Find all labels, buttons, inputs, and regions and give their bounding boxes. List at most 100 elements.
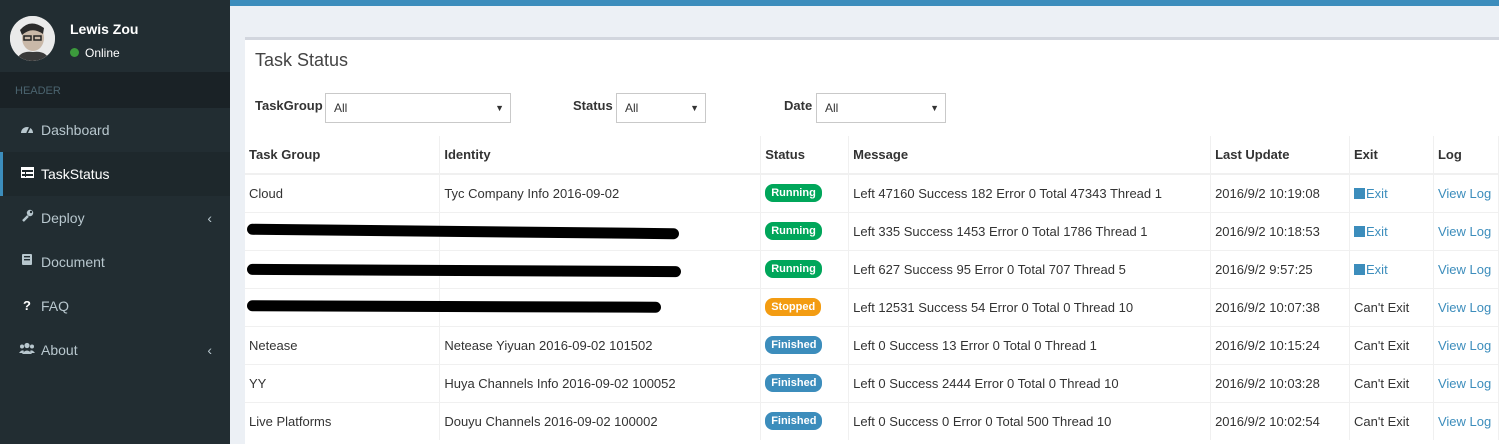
- status-badge: Finished: [765, 336, 823, 354]
- chevron-left-icon: ‹: [207, 342, 212, 358]
- cell-status: Running: [760, 211, 850, 250]
- cell-identity: Douyu Channels 2016-09-02 100002: [439, 401, 762, 440]
- cell-message: Left 627 Success 95 Error 0 Total 707 Th…: [848, 249, 1212, 288]
- cell-exit: Can't Exit: [1349, 287, 1434, 326]
- user-panel: Lewis Zou Online: [0, 0, 230, 72]
- cell-log: View Log: [1433, 173, 1499, 212]
- task-table: Task Group Identity Status Message Last …: [245, 136, 1499, 440]
- sidebar-item-label: FAQ: [41, 298, 70, 314]
- sidebar-item-label: Dashboard: [41, 122, 110, 138]
- task-status-box: Task Status TaskGroup All ▼ Status All ▼…: [245, 37, 1499, 444]
- taskgroup-filter-label: TaskGroup: [255, 98, 323, 113]
- cell-message: Left 335 Success 1453 Error 0 Total 1786…: [848, 211, 1212, 250]
- sidebar-item-faq[interactable]: ? FAQ: [0, 284, 230, 328]
- date-select[interactable]: All ▼: [816, 93, 946, 123]
- exit-link[interactable]: Exit: [1354, 186, 1388, 201]
- table-header-row: Task Group Identity Status Message Last …: [245, 136, 1499, 175]
- exit-link[interactable]: Exit: [1354, 224, 1388, 239]
- view-log-link[interactable]: View Log: [1438, 224, 1491, 239]
- question-icon: ?: [23, 298, 31, 313]
- cell-status: Running: [760, 249, 850, 288]
- status-filter-label: Status: [573, 98, 613, 113]
- dashboard-icon: [19, 108, 35, 152]
- cell-log: View Log: [1433, 249, 1499, 288]
- sidebar-item-taskstatus[interactable]: TaskStatus: [0, 152, 230, 196]
- user-name: Lewis Zou: [70, 21, 139, 37]
- status-badge: Running: [765, 222, 822, 240]
- cell-last-update: 2016/9/2 10:03:28: [1210, 363, 1351, 402]
- taskgroup-select-value: All: [334, 101, 348, 115]
- cell-message: Left 12531 Success 54 Error 0 Total 0 Th…: [848, 287, 1212, 326]
- view-log-link[interactable]: View Log: [1438, 262, 1491, 277]
- cell-log: View Log: [1433, 401, 1499, 440]
- view-log-link[interactable]: View Log: [1438, 300, 1491, 315]
- cell-status: Stopped: [760, 287, 850, 326]
- cell-message: Left 0 Success 2444 Error 0 Total 0 Thre…: [848, 363, 1212, 402]
- view-log-link[interactable]: View Log: [1438, 414, 1491, 429]
- chevron-left-icon: ‹: [207, 210, 212, 226]
- cell-last-update: 2016/9/2 10:18:53: [1210, 211, 1351, 250]
- sidebar-item-label: TaskStatus: [41, 166, 110, 182]
- column-header-message[interactable]: Message: [848, 136, 1212, 175]
- cell-exit: Can't Exit: [1349, 363, 1434, 402]
- cell-identity: Huya Channels Info 2016-09-02 100052: [439, 363, 762, 402]
- sidebar-header: HEADER: [0, 72, 230, 108]
- sidebar-item-about[interactable]: About ‹: [0, 328, 230, 372]
- column-header-last-update[interactable]: Last Update: [1210, 136, 1351, 175]
- cell-exit: Can't Exit: [1349, 401, 1434, 440]
- cell-task-group: YY: [245, 363, 441, 402]
- caret-down-icon: ▼: [495, 103, 504, 113]
- sidebar-item-label: Document: [41, 254, 105, 270]
- exit-link[interactable]: Exit: [1354, 262, 1388, 277]
- sidebar-item-dashboard[interactable]: Dashboard: [0, 108, 230, 152]
- table-icon: [19, 152, 35, 196]
- sidebar-item-deploy[interactable]: Deploy ‹: [0, 196, 230, 240]
- avatar: [10, 16, 55, 61]
- date-filter-label: Date: [784, 98, 813, 113]
- cell-log: View Log: [1433, 287, 1499, 326]
- sidebar-item-label: About: [41, 342, 78, 358]
- taskgroup-select[interactable]: All ▼: [325, 93, 511, 123]
- exit-link-label: Exit: [1366, 261, 1388, 277]
- wrench-icon: [19, 196, 35, 240]
- status-badge: Running: [765, 184, 822, 203]
- cell-task-group: Cloud: [245, 173, 441, 212]
- column-header-task-group[interactable]: Task Group: [245, 136, 441, 175]
- user-status: Online: [70, 46, 120, 60]
- table-row: Netease Netease Yiyuan 2016-09-02 101502…: [245, 325, 1499, 364]
- top-accent-bar: [230, 0, 1499, 6]
- cell-status: Finished: [760, 325, 850, 364]
- sidebar-item-document[interactable]: Document: [0, 240, 230, 284]
- column-header-exit[interactable]: Exit: [1349, 136, 1434, 175]
- cell-message: Left 0 Success 0 Error 0 Total 500 Threa…: [848, 401, 1212, 440]
- status-badge: Finished: [765, 412, 823, 431]
- column-header-status[interactable]: Status: [760, 136, 850, 175]
- cell-last-update: 2016/9/2 10:02:54: [1210, 401, 1351, 440]
- cell-task-group: Netease: [245, 325, 441, 364]
- redaction-mark: [246, 263, 682, 278]
- cell-last-update: 2016/9/2 10:15:24: [1210, 325, 1351, 364]
- status-badge: Stopped: [765, 298, 822, 316]
- exit-link-label: Exit: [1366, 223, 1388, 239]
- cell-log: View Log: [1433, 325, 1499, 364]
- book-icon: [19, 240, 35, 284]
- status-select[interactable]: All ▼: [616, 93, 706, 123]
- cell-last-update: 2016/9/2 9:57:25: [1210, 249, 1351, 288]
- online-status-icon: [70, 48, 79, 57]
- status-badge: Finished: [765, 374, 823, 392]
- cell-last-update: 2016/9/2 10:07:38: [1210, 287, 1351, 326]
- caret-down-icon: ▼: [930, 103, 939, 113]
- cell-log: View Log: [1433, 363, 1499, 402]
- sidebar: Lewis Zou Online HEADER Dashboard TaskSt…: [0, 0, 230, 444]
- column-header-identity[interactable]: Identity: [439, 136, 762, 175]
- exit-icon: [1354, 187, 1366, 199]
- date-select-value: All: [825, 101, 839, 115]
- view-log-link[interactable]: View Log: [1438, 376, 1491, 391]
- view-log-link[interactable]: View Log: [1438, 186, 1491, 201]
- column-header-log[interactable]: Log: [1433, 136, 1499, 175]
- cell-status: Running: [760, 173, 850, 212]
- caret-down-icon: ▼: [690, 103, 699, 113]
- table-row: YY Huya Channels Info 2016-09-02 100052 …: [245, 363, 1499, 402]
- view-log-link[interactable]: View Log: [1438, 338, 1491, 353]
- cell-task-group: Live Platforms: [245, 401, 441, 440]
